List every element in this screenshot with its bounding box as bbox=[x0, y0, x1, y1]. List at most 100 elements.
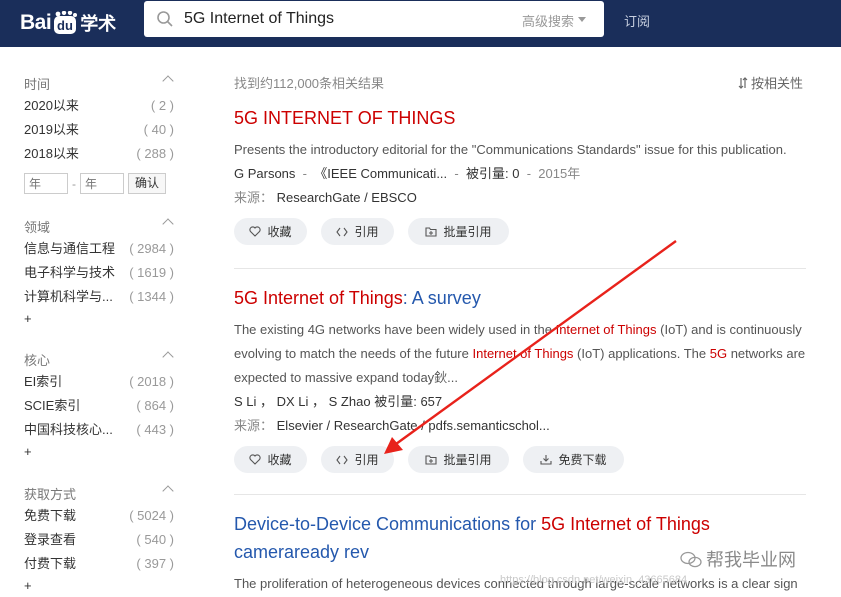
heart-icon bbox=[249, 454, 262, 465]
result-authors[interactable]: G Parsons bbox=[234, 166, 295, 181]
filter-item-label[interactable]: 电子科学与技术 bbox=[24, 265, 115, 280]
year-from-input[interactable] bbox=[24, 173, 68, 194]
filter-item[interactable]: 信息与通信工程 ( 2984 ) bbox=[24, 237, 174, 261]
chevron-up-icon[interactable] bbox=[162, 75, 174, 87]
filter-time: 时间 2020以来 ( 2 ) 2019以来 ( 40 ) 2018以来 ( 288 … bbox=[24, 74, 174, 194]
filter-title[interactable]: 获取方式 bbox=[24, 484, 174, 504]
result-title-highlight[interactable]: 5G Internet of Things bbox=[234, 288, 403, 308]
result-meta: G Parsons - 《IEEE Communicati... - 被引量: … bbox=[234, 162, 806, 186]
chevron-up-icon[interactable] bbox=[162, 218, 174, 230]
baidu-scholar-logo[interactable]: Bai du 学术 bbox=[20, 9, 116, 37]
filter-title[interactable]: 领域 bbox=[24, 217, 174, 237]
filter-item-label[interactable]: SCIE索引 bbox=[24, 398, 80, 413]
cite-button[interactable]: 引用 bbox=[321, 446, 394, 473]
filter-item-count: ( 443 ) bbox=[136, 422, 174, 437]
cited-count[interactable]: 657 bbox=[420, 394, 442, 409]
search-input[interactable] bbox=[184, 1, 514, 37]
sort-dropdown[interactable]: 按相关性 bbox=[738, 73, 803, 92]
result-title-highlight[interactable]: 5G Internet of Things bbox=[541, 514, 710, 534]
separator: - bbox=[299, 166, 311, 181]
abstract-highlight: Internet of Things bbox=[472, 346, 574, 361]
batch-cite-button[interactable]: 批量引用 bbox=[408, 446, 509, 473]
expand-more-button[interactable]: + bbox=[24, 576, 174, 596]
expand-more-button[interactable]: + bbox=[24, 309, 174, 329]
filter-item-count: ( 288 ) bbox=[136, 146, 174, 161]
result-abstract: Presents the introductory editorial for … bbox=[234, 142, 787, 157]
filter-item[interactable]: 中国科技核心... ( 443 ) bbox=[24, 418, 174, 442]
year-range: - 确认 bbox=[24, 173, 174, 194]
source-links[interactable]: ResearchGate / EBSCO bbox=[277, 190, 417, 205]
filter-item-label[interactable]: 登录查看 bbox=[24, 532, 76, 547]
confirm-button[interactable]: 确认 bbox=[128, 173, 167, 194]
filter-item-label[interactable]: 免费下载 bbox=[24, 508, 76, 523]
filter-item[interactable]: 免费下载 ( 5024 ) bbox=[24, 504, 174, 528]
result-title-text[interactable]: : A survey bbox=[403, 288, 481, 308]
filter-title-label: 领域 bbox=[24, 220, 51, 235]
filter-item[interactable]: 2020以来 ( 2 ) bbox=[24, 94, 174, 118]
filter-title[interactable]: 时间 bbox=[24, 74, 174, 94]
abstract-text: (IoT) applications. The bbox=[573, 346, 710, 361]
filter-item[interactable]: 2018以来 ( 288 ) bbox=[24, 142, 174, 166]
filter-item[interactable]: 电子科学与技术 ( 1619 ) bbox=[24, 261, 174, 285]
chevron-up-icon[interactable] bbox=[162, 485, 174, 497]
filter-title[interactable]: 核心 bbox=[24, 350, 174, 370]
filter-item-count: ( 40 ) bbox=[143, 122, 174, 137]
folder-add-icon bbox=[425, 226, 438, 237]
result-source: 来源： ResearchGate / EBSCO bbox=[234, 186, 806, 210]
logo-scholar-text: 学术 bbox=[80, 14, 117, 35]
chevron-up-icon[interactable] bbox=[162, 351, 174, 363]
result-abstract: The existing 4G networks have been widel… bbox=[234, 318, 806, 390]
filter-core: 核心 EI索引 ( 2018 ) SCIE索引 ( 864 ) 中国科技核心... (… bbox=[24, 350, 174, 462]
result-title[interactable]: 5G Internet of Things: A survey bbox=[234, 284, 806, 312]
divider bbox=[234, 268, 806, 269]
batch-cite-button[interactable]: 批量引用 bbox=[408, 218, 509, 245]
button-label: 引用 bbox=[354, 225, 379, 239]
subscribe-link[interactable]: 订阅 bbox=[624, 11, 650, 30]
result-title[interactable]: 5G INTERNET OF THINGS bbox=[234, 104, 806, 132]
filter-item[interactable]: 登录查看 ( 540 ) bbox=[24, 528, 174, 552]
filter-access: 获取方式 免费下载 ( 5024 ) 登录查看 ( 540 ) 付费下载 ( 397 … bbox=[24, 484, 174, 596]
result-authors[interactable]: S Li ， DX Li ， S Zhao bbox=[234, 394, 371, 409]
search-icon[interactable] bbox=[156, 10, 174, 28]
source-links[interactable]: Elsevier / ResearchGate / pdfs.semantics… bbox=[277, 418, 550, 433]
search-box: 高级搜索 bbox=[144, 1, 604, 37]
code-icon bbox=[336, 227, 349, 236]
filter-item-count: ( 5024 ) bbox=[129, 508, 174, 523]
filter-item-label[interactable]: 2020以来 bbox=[24, 98, 79, 113]
filter-item[interactable]: SCIE索引 ( 864 ) bbox=[24, 394, 174, 418]
filter-item-label[interactable]: 付费下载 bbox=[24, 556, 76, 571]
filter-item[interactable]: 付费下载 ( 397 ) bbox=[24, 552, 174, 576]
expand-more-button[interactable]: + bbox=[24, 442, 174, 462]
filter-item-label[interactable]: 2018以来 bbox=[24, 146, 79, 161]
result-title-text[interactable]: 5G INTERNET OF THINGS bbox=[234, 108, 455, 128]
filter-item-label[interactable]: 2019以来 bbox=[24, 122, 79, 137]
favorite-button[interactable]: 收藏 bbox=[234, 446, 307, 473]
filter-item-label[interactable]: 中国科技核心... bbox=[24, 422, 113, 437]
cite-button[interactable]: 引用 bbox=[321, 218, 394, 245]
watermark-text: 帮我毕业网 bbox=[706, 550, 796, 570]
year-to-input[interactable] bbox=[80, 173, 124, 194]
filter-item[interactable]: 计算机科学与... ( 1344 ) bbox=[24, 285, 174, 309]
chevron-down-icon[interactable] bbox=[578, 17, 586, 22]
filter-item-count: ( 2018 ) bbox=[129, 374, 174, 389]
result-title-text[interactable]: Device-to-Device Communications for bbox=[234, 514, 541, 534]
filter-item[interactable]: EI索引 ( 2018 ) bbox=[24, 370, 174, 394]
watermark: 帮我毕业网 bbox=[680, 546, 796, 572]
filter-item-label[interactable]: 信息与通信工程 bbox=[24, 241, 115, 256]
result-journal[interactable]: 《IEEE Communicati... bbox=[314, 166, 447, 181]
filter-item-label[interactable]: 计算机科学与... bbox=[24, 289, 113, 304]
filter-item-count: ( 540 ) bbox=[136, 532, 174, 547]
free-download-button[interactable]: 免费下载 bbox=[523, 446, 624, 473]
filter-item-label[interactable]: EI索引 bbox=[24, 374, 62, 389]
watermark-url: https://blog.csdn.net/weixin_43665684 bbox=[500, 574, 688, 586]
cited-label: 被引量: bbox=[465, 166, 509, 181]
favorite-button[interactable]: 收藏 bbox=[234, 218, 307, 245]
filter-item[interactable]: 2019以来 ( 40 ) bbox=[24, 118, 174, 142]
result-title-text[interactable]: cameraready rev bbox=[234, 542, 369, 562]
result-actions: 收藏 引用 批量引用 bbox=[234, 218, 806, 245]
cited-count[interactable]: 0 bbox=[512, 166, 519, 181]
sort-icon bbox=[738, 77, 748, 89]
advanced-search-link[interactable]: 高级搜索 bbox=[522, 11, 574, 30]
result-meta: S Li ， DX Li ， S Zhao 被引量: 657 bbox=[234, 390, 806, 414]
button-label: 收藏 bbox=[267, 453, 292, 467]
